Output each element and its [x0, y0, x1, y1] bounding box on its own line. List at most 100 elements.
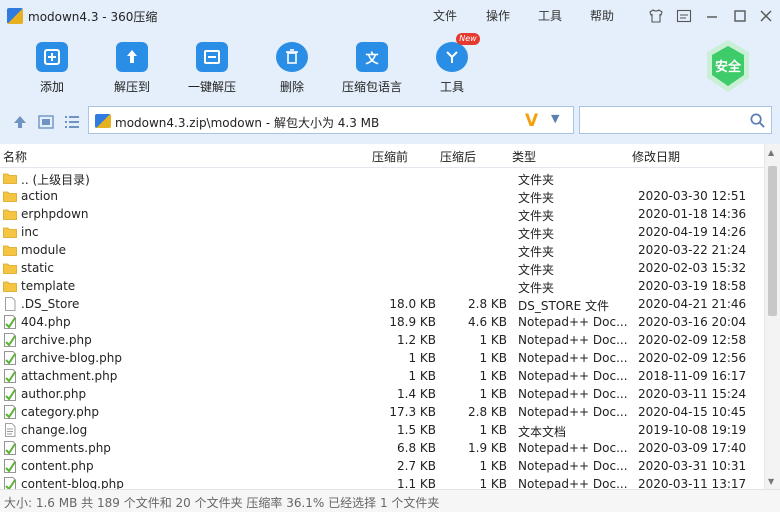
- search-input[interactable]: [579, 106, 772, 134]
- v-logo-icon[interactable]: V: [525, 111, 538, 131]
- delete-label: 删除: [279, 80, 304, 94]
- address-dropdown-icon[interactable]: ▼: [551, 112, 559, 125]
- file-row[interactable]: .DS_Store 18.0 KB 2.8 KB DS_STORE 文件 2020-04…: [0, 295, 764, 313]
- column-compressed[interactable]: 压缩后: [440, 148, 476, 165]
- php-file-icon: [3, 351, 17, 365]
- file-type: 文件夹: [518, 281, 555, 295]
- file-row[interactable]: .. (上级目录) 文件夹: [0, 169, 764, 187]
- scroll-down-icon[interactable]: ▼: [768, 477, 774, 486]
- file-row[interactable]: comments.php 6.8 KB 1.9 KB Notepad++ Doc...…: [0, 439, 764, 457]
- file-type: Notepad++ Doc...: [518, 441, 628, 455]
- folder-icon: [3, 189, 17, 203]
- column-date[interactable]: 修改日期: [632, 148, 680, 165]
- one-click-extract-label: 一键解压: [187, 80, 236, 94]
- folder-icon: [3, 225, 17, 239]
- scroll-thumb[interactable]: [768, 166, 777, 316]
- search-icon[interactable]: [749, 112, 766, 129]
- file-row[interactable]: action 文件夹 2020-03-30 12:51: [0, 187, 764, 205]
- column-header: 名称 压缩前 压缩后 类型 修改日期: [0, 144, 764, 168]
- security-shield[interactable]: 安全: [703, 38, 753, 94]
- address-bar[interactable]: modown4.3.zip\modown - 解包大小为 4.3 MB V ▼: [88, 106, 574, 134]
- file-row[interactable]: inc 文件夹 2020-04-19 14:26: [0, 223, 764, 241]
- file-date: 2019-10-08 19:19: [638, 423, 747, 437]
- file-name: change.log: [21, 423, 88, 437]
- file-type: 文件夹: [518, 245, 555, 259]
- file-name: attachment.php: [21, 369, 118, 383]
- status-bar: 大小: 1.6 MB 共 189 个文件和 20 个文件夹 压缩率 36.1% …: [0, 489, 780, 512]
- file-date: 2018-11-09 16:17: [638, 369, 747, 383]
- file-date: 2020-03-11 13:17: [638, 477, 747, 489]
- file-row[interactable]: category.php 17.3 KB 2.8 KB Notepad++ Doc..…: [0, 403, 764, 421]
- tools-button[interactable]: 工具: [417, 38, 487, 98]
- file-row[interactable]: module 文件夹 2020-03-22 21:24: [0, 241, 764, 259]
- file-name: 404.php: [21, 315, 71, 329]
- file-size: 6.8 KB: [397, 441, 436, 455]
- file-row[interactable]: template 文件夹 2020-03-19 18:58: [0, 277, 764, 295]
- file-type: Notepad++ Doc...: [518, 477, 628, 489]
- file-date: 2020-03-16 20:04: [638, 315, 747, 329]
- file-icon: [3, 297, 17, 311]
- file-type: 文件夹: [518, 263, 555, 277]
- extract-to-button[interactable]: 解压到: [97, 38, 167, 98]
- file-size: 1.2 KB: [397, 333, 436, 347]
- feedback-icon[interactable]: [675, 7, 693, 25]
- new-badge: New: [456, 33, 480, 45]
- archive-language-label: 压缩包语言: [341, 80, 402, 94]
- file-date: 2020-02-09 12:56: [638, 351, 747, 365]
- file-name: .. (上级目录): [21, 173, 90, 187]
- file-row[interactable]: content-blog.php 1.1 KB 1 KB Notepad++ Doc.…: [0, 475, 764, 489]
- archive-language-button[interactable]: 文 压缩包语言: [337, 38, 407, 98]
- title-bar: modown4.3 - 360压缩 文件 操作 工具 帮助: [0, 0, 780, 32]
- file-row[interactable]: erphpdown 文件夹 2020-01-18 14:36: [0, 205, 764, 223]
- scroll-up-icon[interactable]: ▲: [768, 148, 774, 157]
- menu-tools[interactable]: 工具: [538, 7, 562, 24]
- php-file-icon: [3, 387, 17, 401]
- file-size: 1.4 KB: [397, 387, 436, 401]
- file-row[interactable]: attachment.php 1 KB 1 KB Notepad++ Doc... 20…: [0, 367, 764, 385]
- file-type: 文件夹: [518, 227, 555, 241]
- file-date: 2020-03-30 12:51: [638, 189, 747, 203]
- file-type: Notepad++ Doc...: [518, 459, 628, 473]
- folder-icon: [3, 261, 17, 275]
- thumbnail-view-icon[interactable]: [37, 113, 55, 131]
- file-list: .. (上级目录) 文件夹 action 文件夹 2020-03-30 12:51 erp…: [0, 169, 764, 489]
- file-name: comments.php: [21, 441, 111, 455]
- column-size[interactable]: 压缩前: [372, 148, 408, 165]
- file-name: archive.php: [21, 333, 92, 347]
- column-type[interactable]: 类型: [512, 148, 536, 165]
- file-row[interactable]: author.php 1.4 KB 1 KB Notepad++ Doc... 2020…: [0, 385, 764, 403]
- file-row[interactable]: archive-blog.php 1 KB 1 KB Notepad++ Doc...…: [0, 349, 764, 367]
- file-row[interactable]: content.php 2.7 KB 1 KB Notepad++ Doc... 202…: [0, 457, 764, 475]
- close-icon[interactable]: [757, 7, 775, 25]
- file-compressed-size: 4.6 KB: [468, 315, 507, 329]
- top-area: modown4.3 - 360压缩 文件 操作 工具 帮助 添加 解压到 一键解…: [0, 0, 780, 144]
- file-row[interactable]: static 文件夹 2020-02-03 15:32: [0, 259, 764, 277]
- file-date: 2020-03-11 15:24: [638, 387, 747, 401]
- file-type: 文件夹: [518, 209, 555, 223]
- minimize-icon[interactable]: [703, 7, 721, 25]
- menu-help[interactable]: 帮助: [590, 7, 614, 24]
- php-file-icon: [3, 477, 17, 489]
- vertical-scrollbar[interactable]: ▲ ▼: [764, 144, 780, 489]
- file-compressed-size: 1 KB: [479, 477, 507, 489]
- file-row[interactable]: archive.php 1.2 KB 1 KB Notepad++ Doc... 202…: [0, 331, 764, 349]
- file-date: 2020-03-09 17:40: [638, 441, 747, 455]
- one-click-extract-button[interactable]: 一键解压: [177, 38, 247, 98]
- delete-button[interactable]: 删除: [257, 38, 327, 98]
- file-size: 2.7 KB: [397, 459, 436, 473]
- up-arrow-icon[interactable]: [11, 113, 29, 131]
- php-file-icon: [3, 333, 17, 347]
- maximize-icon[interactable]: [731, 7, 749, 25]
- file-type: Notepad++ Doc...: [518, 369, 628, 383]
- list-view-icon[interactable]: [63, 113, 81, 131]
- file-row[interactable]: 404.php 18.9 KB 4.6 KB Notepad++ Doc... 2020…: [0, 313, 764, 331]
- file-name: template: [21, 279, 76, 293]
- menu-operation[interactable]: 操作: [486, 7, 510, 24]
- column-name[interactable]: 名称: [3, 148, 27, 165]
- address-path: modown4.3.zip\modown - 解包大小为 4.3 MB: [115, 116, 380, 130]
- file-type: Notepad++ Doc...: [518, 405, 628, 419]
- skin-shirt-icon[interactable]: [647, 7, 665, 25]
- menu-file[interactable]: 文件: [433, 7, 457, 24]
- add-button[interactable]: 添加: [17, 38, 87, 98]
- file-row[interactable]: change.log 1.5 KB 1 KB 文本文档 2019-10-08 19:19: [0, 421, 764, 439]
